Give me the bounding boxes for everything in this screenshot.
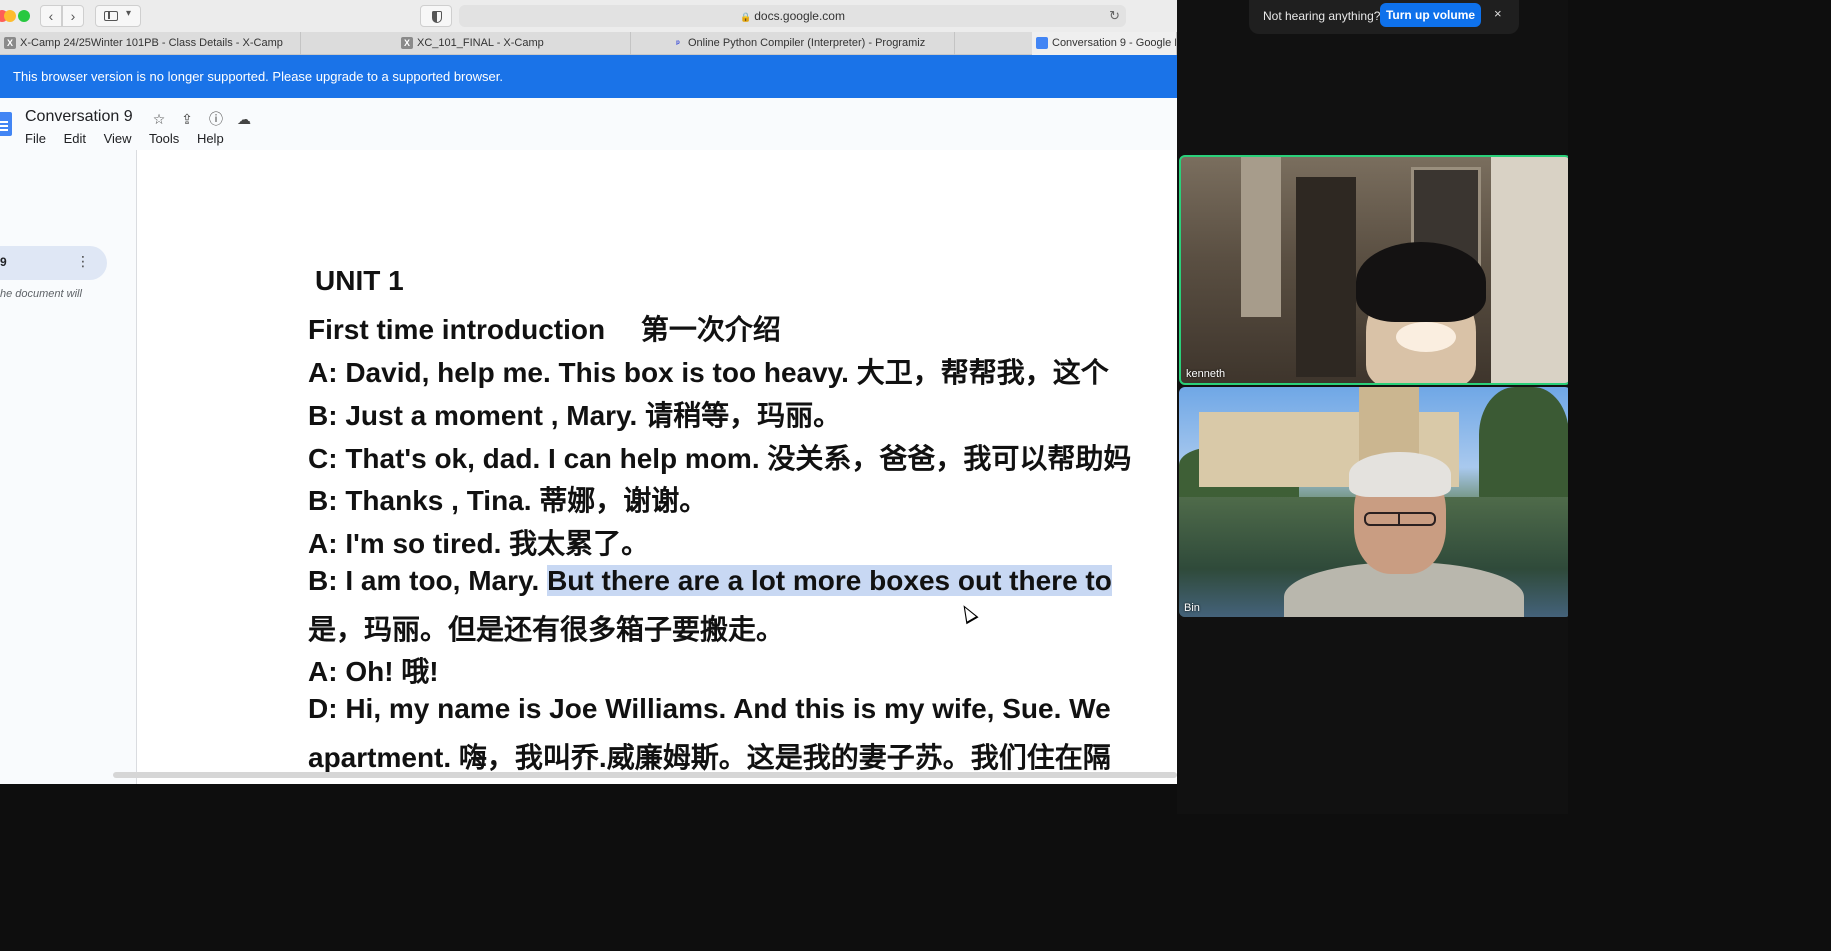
cloud-icon[interactable]: ☁	[235, 110, 253, 128]
tab-x-camp-class-details[interactable]: X X-Camp 24/25Winter 101PB - Class Detail…	[0, 32, 301, 55]
tab-label: X-Camp 24/25Winter 101PB - Class Details…	[20, 37, 283, 49]
tab-conversation-9[interactable]: Conversation 9 - Google D	[1032, 32, 1177, 55]
participant-hair	[1356, 242, 1486, 322]
document-page[interactable]: UNIT 1 First time introduction 第一次介绍 A: …	[138, 150, 1177, 773]
horizontal-scrollbar[interactable]	[113, 772, 1177, 778]
light-glare	[1396, 322, 1456, 352]
doc-line: A: Oh! 哦!	[308, 656, 439, 687]
tab-label: XC_101_FINAL - X-Camp	[417, 37, 544, 49]
doc-line: A: I'm so tired. 我太累了。	[308, 528, 650, 559]
tab-label: Conversation 9 - Google D	[1052, 37, 1177, 49]
turn-up-volume-button[interactable]: Turn up volume	[1380, 3, 1481, 27]
doc-line: First time introduction 第一次介绍	[308, 314, 781, 345]
menu-view[interactable]: View	[104, 131, 132, 146]
title-bar: ‹ › ▾ 🔒 docs.google.com ↻	[0, 0, 1177, 32]
outline-item-label: 9	[0, 255, 7, 269]
tab-programiz[interactable]: ᵖ Online Python Compiler (Interpreter) - …	[668, 32, 955, 55]
info-icon[interactable]: ⓘ	[207, 110, 225, 128]
tab-xc-101-final[interactable]: X XC_101_FINAL - X-Camp	[397, 32, 631, 55]
video-background	[1479, 387, 1568, 507]
doc-line: B: Just a moment , Mary. 请稍等，玛丽。	[308, 400, 842, 431]
doc-heading-unit: UNIT 1	[315, 265, 404, 296]
star-icon[interactable]: ☆	[150, 110, 168, 128]
document-outline-panel: 9 ⋮ he document will	[0, 150, 137, 784]
menu-help[interactable]: Help	[197, 131, 224, 146]
url-text: docs.google.com	[754, 9, 845, 23]
doc-line: D: Hi, my name is Joe Williams. And this…	[308, 693, 1111, 724]
video-background	[1241, 157, 1281, 317]
doc-line-text: B: I am too, Mary.	[308, 565, 548, 596]
audio-toast: Not hearing anything? Turn up volume ×	[1249, 0, 1519, 34]
tab-label: Online Python Compiler (Interpreter) - P…	[688, 37, 926, 49]
programiz-favicon-icon: ᵖ	[676, 38, 680, 49]
doc-line: B: Thanks , Tina. 蒂娜，谢谢。	[308, 485, 708, 516]
lock-icon: 🔒	[740, 12, 752, 22]
video-call-panel: Not hearing anything? Turn up volume × k…	[1177, 0, 1568, 814]
move-to-drive-icon[interactable]: ⇪	[178, 110, 196, 128]
forward-button[interactable]: ›	[62, 5, 84, 27]
tab-bar: X X-Camp 24/25Winter 101PB - Class Detail…	[0, 32, 1177, 55]
menu-file[interactable]: File	[25, 131, 46, 146]
selected-text: But there are a lot more boxes out there…	[547, 565, 1112, 596]
unsupported-browser-banner: This browser version is no longer suppor…	[0, 55, 1177, 98]
video-background	[1491, 157, 1568, 383]
participant-video-kenneth[interactable]: kenneth	[1179, 155, 1568, 385]
close-icon[interactable]: ×	[1494, 6, 1502, 21]
more-vert-icon[interactable]: ⋮	[76, 253, 90, 270]
video-background	[1296, 177, 1356, 377]
glasses-icon	[1364, 512, 1436, 526]
document-title[interactable]: Conversation 9	[25, 108, 133, 126]
x-camp-favicon-icon: X	[401, 37, 413, 50]
chevron-right-icon: ›	[70, 8, 76, 24]
reload-icon[interactable]: ↻	[1109, 5, 1120, 27]
address-bar[interactable]: 🔒 docs.google.com ↻	[459, 5, 1126, 27]
sidebar-toggle-button[interactable]: ▾	[95, 5, 141, 27]
doc-line: A: David, help me. This box is too heavy…	[308, 357, 1109, 388]
outline-item[interactable]: 9 ⋮	[0, 246, 107, 280]
toast-message: Not hearing anything?	[1263, 9, 1381, 23]
doc-line-with-selection: B: I am too, Mary. But there are a lot m…	[308, 565, 1112, 597]
back-button[interactable]: ‹	[40, 5, 62, 27]
menu-bar: File Edit View Tools Help	[25, 131, 238, 146]
screen: ‹ › ▾ 🔒 docs.google.com ↻ X X-Camp 24/25Wi…	[0, 0, 1568, 814]
participant-hair	[1349, 452, 1451, 497]
privacy-report-button[interactable]	[420, 5, 452, 27]
sidebar-icon	[104, 11, 118, 21]
menu-edit[interactable]: Edit	[64, 131, 86, 146]
chevron-down-icon: ▾	[126, 8, 132, 19]
google-docs-logo-icon[interactable]	[0, 112, 12, 136]
x-camp-favicon-icon: X	[4, 37, 16, 50]
doc-line: 是，玛丽。但是还有很多箱子要搬走。	[308, 614, 785, 645]
docs-header: Conversation 9 ☆ ⇪ ⓘ ☁ File Edit View To…	[0, 98, 1177, 150]
participant-video-bin[interactable]: Bin	[1179, 387, 1568, 617]
zoom-window-button[interactable]	[18, 10, 30, 22]
menu-tools[interactable]: Tools	[149, 131, 179, 146]
participant-name: Bin	[1184, 602, 1200, 614]
participant-name: kenneth	[1186, 368, 1226, 380]
browser-window: ‹ › ▾ 🔒 docs.google.com ↻ X X-Camp 24/25Wi…	[0, 0, 1177, 784]
chevron-left-icon: ‹	[48, 8, 54, 24]
doc-line: apartment. 嗨，我叫乔.威廉姆斯。这是我的妻子苏。我们住在隔	[308, 742, 1111, 773]
outline-hint-text: he document will	[0, 288, 82, 300]
minimize-window-button[interactable]	[4, 10, 16, 22]
shield-icon	[432, 11, 442, 23]
doc-line: C: That's ok, dad. I can help mom. 没关系，爸…	[308, 443, 1132, 474]
google-docs-favicon-icon	[1036, 37, 1048, 50]
